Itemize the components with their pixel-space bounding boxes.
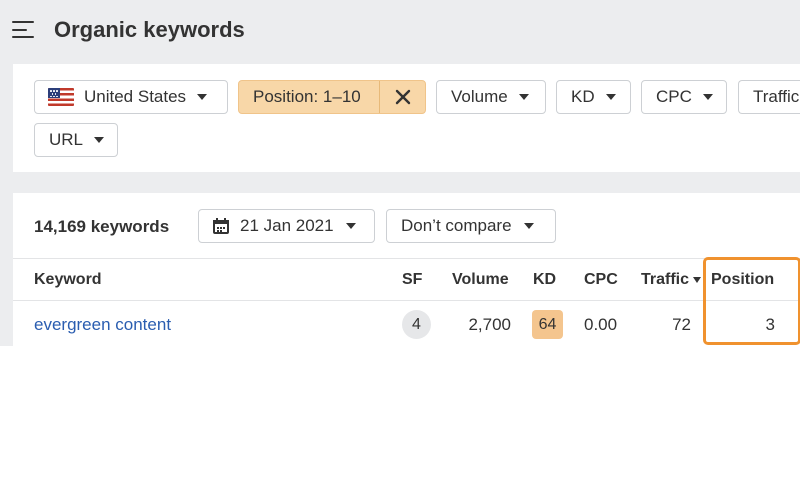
sf-count-badge[interactable]: 4 [402,310,431,339]
volume-value: 2,700 [468,315,511,334]
close-icon [395,89,411,105]
traffic-label: Traffic [753,87,800,106]
chevron-down-icon [523,223,534,229]
volume-dropdown[interactable]: Volume [436,80,546,114]
traffic-value[interactable]: 72 [650,315,691,335]
column-header-cpc[interactable]: CPC [584,271,618,289]
table-header-top-divider [13,258,800,259]
table-header-bottom-divider [13,300,800,301]
sort-desc-icon [693,276,702,283]
chevron-down-icon [345,223,356,229]
chevron-down-icon [702,94,713,100]
date-picker[interactable]: 21 Jan 2021 [198,209,375,243]
column-header-volume[interactable]: Volume [452,271,509,289]
position-filter-chip[interactable]: Position: 1–10 [238,80,426,114]
country-dropdown[interactable]: United States [34,80,228,114]
traffic-header-label: Traffic [641,271,690,288]
cpc-value: 0.00 [584,315,618,334]
kd-badge: 64 [532,310,563,339]
clear-position-filter-button[interactable] [380,81,426,113]
cpc-label: CPC [656,87,692,106]
app-root: Organic keywords United States Position:… [0,0,800,500]
volume-label: Volume [451,87,508,106]
kd-label: KD [571,87,595,106]
column-header-sf[interactable]: SF [402,271,422,289]
keyword-link[interactable]: evergreen content [34,315,171,335]
column-header-keyword[interactable]: Keyword [34,271,102,289]
cpc-dropdown[interactable]: CPC [641,80,727,114]
calendar-icon [213,218,229,234]
date-label: 21 Jan 2021 [240,216,334,235]
url-label: URL [49,130,84,149]
us-flag-icon [48,88,74,106]
column-header-kd[interactable]: KD [533,271,556,289]
traffic-dropdown[interactable]: Traffic [738,80,800,114]
chevron-down-icon [197,94,208,100]
page-title: Organic keywords [54,17,245,42]
chevron-down-icon [518,94,529,100]
compare-label: Don’t compare [401,216,512,235]
page-header: Organic keywords [0,0,800,62]
chevron-down-icon [94,137,105,143]
chevron-down-icon [605,94,616,100]
compare-dropdown[interactable]: Don’t compare [386,209,556,243]
column-header-traffic[interactable]: Traffic [641,271,702,289]
position-filter-label: Position: 1–10 [253,87,361,106]
position-column-highlight [703,257,800,345]
country-label: United States [84,87,187,106]
kd-dropdown[interactable]: KD [556,80,631,114]
screenshot-area: Organic keywords United States Position:… [0,0,800,346]
hamburger-menu-icon[interactable] [12,21,34,39]
keyword-count: 14,169 keywords [34,217,170,236]
url-dropdown[interactable]: URL [34,123,118,157]
